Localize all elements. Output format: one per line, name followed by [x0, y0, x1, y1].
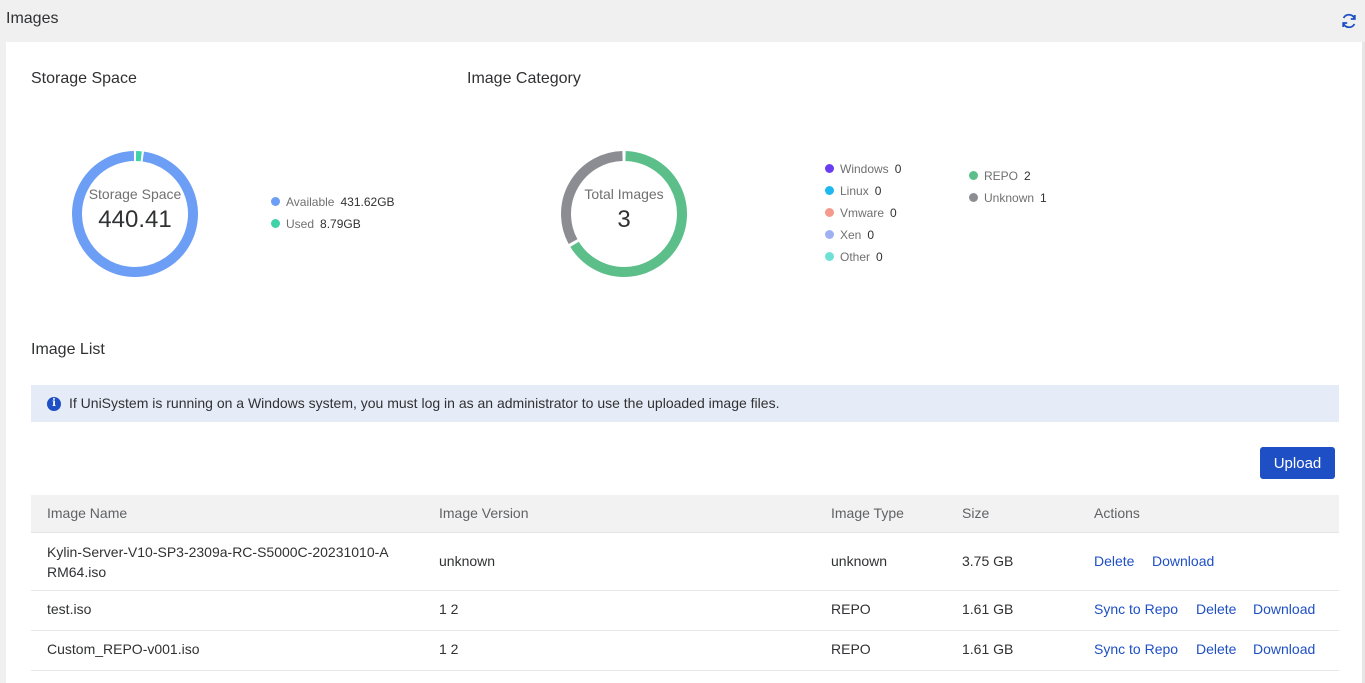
upload-button[interactable]: Upload	[1260, 447, 1335, 479]
page-header: Images	[0, 0, 1365, 42]
column-header-image-name: Image Name	[47, 505, 128, 521]
size-cell: 1.61 GB	[962, 601, 1014, 617]
table-row: test.iso 1 2 REPO 1.61 GB Sync to Repo D…	[31, 591, 1339, 631]
legend-dot	[271, 219, 280, 229]
column-header-image-type: Image Type	[831, 505, 904, 521]
image-name-cell: test.iso	[47, 601, 92, 617]
info-banner: i If UniSystem is running on a Windows s…	[31, 385, 1339, 422]
legend-dot	[969, 171, 978, 181]
legend-value: 0	[874, 184, 882, 198]
legend-item-xen: Xen 0	[825, 227, 874, 243]
column-header-actions: Actions	[1094, 505, 1140, 521]
column-header-size: Size	[962, 505, 990, 521]
legend-value: 8.79GB	[320, 217, 361, 231]
legend-label: Vmware	[840, 206, 885, 220]
legend-label: Other	[840, 250, 871, 264]
legend-label: Used	[286, 217, 315, 231]
legend-value: 0	[867, 228, 875, 242]
legend-label: Available	[286, 195, 335, 209]
image-version-cell: unknown	[439, 553, 496, 569]
image-category-title: Image Category	[467, 70, 581, 87]
storage-space-title: Storage Space	[31, 70, 137, 87]
legend-dot	[969, 193, 978, 203]
image-list-title: Image List	[31, 341, 105, 358]
legend-item-available: Available 431.62GB	[271, 194, 395, 210]
download-link[interactable]: Download	[1152, 553, 1214, 569]
info-icon: i	[47, 397, 61, 411]
legend-dot	[825, 230, 834, 240]
legend-item-linux: Linux 0	[825, 183, 881, 199]
legend-label: Unknown	[984, 191, 1035, 205]
image-version-cell: 1 2	[439, 641, 459, 657]
legend-value: 2	[1024, 169, 1031, 183]
legend-label: Linux	[840, 184, 869, 198]
storage-donut-center: Storage Space 440.41	[75, 186, 195, 234]
legend-label: REPO	[984, 169, 1019, 183]
info-text: If UniSystem is running on a Windows sys…	[69, 395, 780, 411]
legend-dot	[825, 208, 834, 218]
storage-center-caption: Storage Space	[88, 186, 182, 202]
category-center-value: 3	[617, 206, 631, 233]
legend-item-unknown: Unknown 1	[969, 190, 1047, 206]
legend-dot	[825, 252, 834, 262]
image-name-line: Kylin-Server-V10-SP3-2309a-RC-S5000C-202…	[47, 544, 389, 560]
image-name-line: RM64.iso	[47, 564, 107, 580]
table-header: Image Name Image Version Image Type Size…	[31, 495, 1339, 533]
delete-link[interactable]: Delete	[1196, 601, 1236, 617]
legend-value: 0	[894, 162, 902, 176]
image-name-cell: Kylin-Server-V10-SP3-2309a-RC-S5000C-202…	[47, 542, 389, 582]
download-link[interactable]: Download	[1253, 601, 1315, 617]
table-row: Kylin-Server-V10-SP3-2309a-RC-S5000C-202…	[31, 533, 1339, 591]
storage-center-value: 440.41	[98, 206, 172, 233]
image-version-cell: 1 2	[439, 601, 459, 617]
legend-dot	[271, 197, 280, 207]
image-name-cell: Custom_REPO-v001.iso	[47, 641, 200, 657]
size-cell: 3.75 GB	[962, 553, 1014, 569]
legend-item-used: Used 8.79GB	[271, 216, 361, 232]
category-donut-center: Total Images 3	[564, 186, 684, 234]
legend-label: Xen	[840, 228, 862, 242]
category-center-caption: Total Images	[584, 186, 664, 202]
download-link[interactable]: Download	[1253, 641, 1315, 657]
legend-item-windows: Windows 0	[825, 161, 901, 177]
sync-to-repo-link[interactable]: Sync to Repo	[1094, 601, 1178, 617]
delete-link[interactable]: Delete	[1196, 641, 1236, 657]
refresh-icon[interactable]	[1340, 12, 1358, 30]
legend-label: Windows	[840, 162, 889, 176]
image-type-cell: REPO	[831, 601, 871, 617]
legend-dot	[825, 186, 834, 196]
legend-value: 1	[1040, 191, 1047, 205]
size-cell: 1.61 GB	[962, 641, 1014, 657]
legend-dot	[825, 164, 834, 174]
sync-to-repo-link[interactable]: Sync to Repo	[1094, 641, 1178, 657]
image-type-cell: unknown	[831, 553, 888, 569]
table-row: Custom_REPO-v001.iso 1 2 REPO 1.61 GB Sy…	[31, 631, 1339, 671]
column-header-image-version: Image Version	[439, 505, 529, 521]
legend-item-other: Other 0	[825, 249, 883, 265]
legend-item-vmware: Vmware 0	[825, 205, 897, 221]
legend-value: 0	[876, 250, 883, 264]
image-type-cell: REPO	[831, 641, 871, 657]
legend-value: 431.62GB	[340, 195, 395, 209]
page-title: Images	[6, 10, 59, 27]
legend-value: 0	[890, 206, 897, 220]
delete-link[interactable]: Delete	[1094, 553, 1134, 569]
legend-item-repo: REPO 2	[969, 168, 1031, 184]
